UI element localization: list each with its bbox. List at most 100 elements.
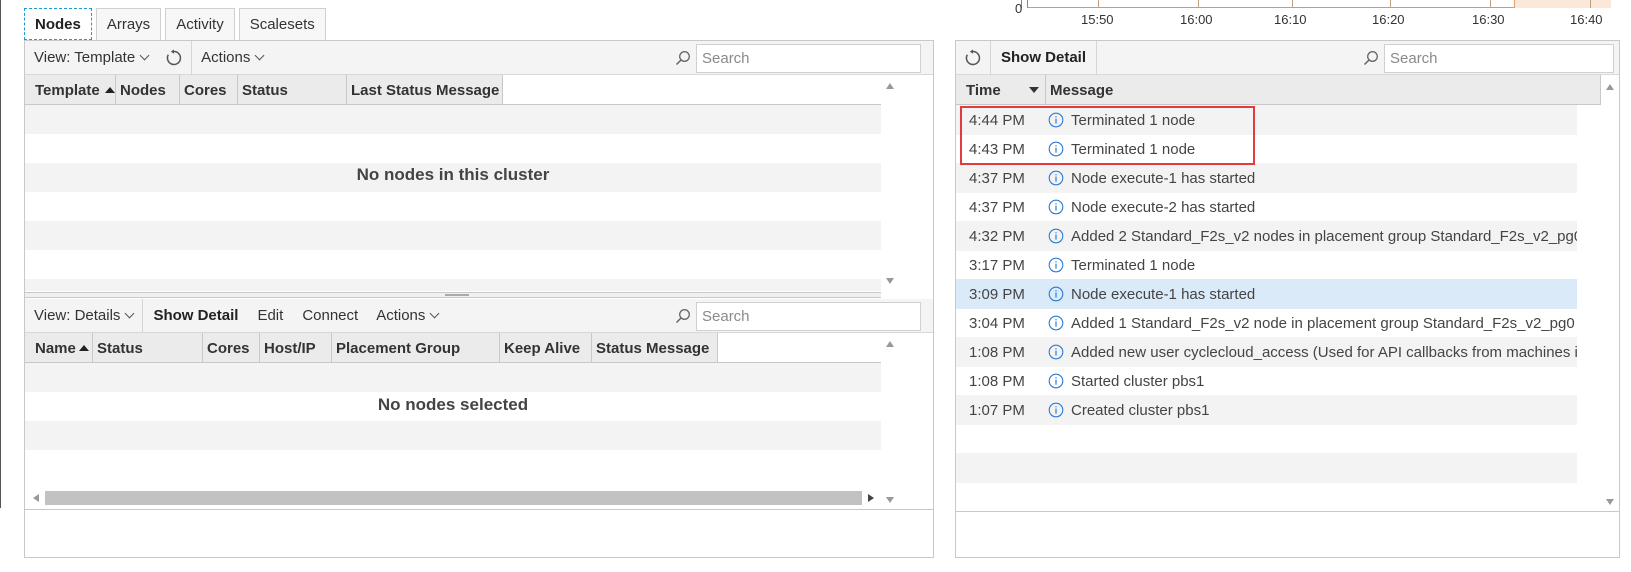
- column-header-nodes[interactable]: Nodes: [116, 75, 180, 105]
- event-row[interactable]: 3:09 PM Node execute-1 has started: [956, 279, 1577, 309]
- search-icon: [670, 303, 696, 329]
- column-header-status-message[interactable]: Status Message: [592, 333, 718, 363]
- column-header-status[interactable]: Status: [238, 75, 347, 105]
- highlight-annotation-box: [960, 106, 1255, 165]
- event-time: 1:07 PM: [969, 401, 1025, 419]
- nodes-actions-dropdown[interactable]: Actions: [367, 299, 447, 333]
- scroll-down-icon[interactable]: [886, 278, 894, 284]
- scroll-up-icon[interactable]: [1606, 84, 1614, 90]
- templates-vertical-scrollbar[interactable]: [881, 75, 899, 293]
- event-row[interactable]: 1:07 PM Created cluster pbs1: [956, 395, 1577, 425]
- scroll-down-icon[interactable]: [886, 497, 894, 503]
- column-header-name[interactable]: Name: [25, 333, 93, 363]
- chevron-down-icon: [429, 308, 440, 318]
- refresh-icon[interactable]: [157, 41, 191, 75]
- horizontal-scroll-thumb[interactable]: [45, 491, 862, 505]
- chevron-down-icon: [254, 50, 265, 60]
- actions-label: Actions: [376, 307, 426, 324]
- event-row[interactable]: 1:08 PM Started cluster pbs1: [956, 366, 1577, 396]
- event-message: Added new user cyclecloud_access (Used f…: [1071, 343, 1577, 361]
- timeline-tick: [1490, 0, 1491, 8]
- view-details-label: View: Details: [34, 307, 121, 324]
- column-header-host-ip[interactable]: Host/IP: [260, 333, 332, 363]
- timeline-tick: [1590, 0, 1591, 8]
- events-vertical-scrollbar[interactable]: [1601, 75, 1619, 512]
- events-grid-header: Time Message: [956, 75, 1601, 105]
- templates-search-input[interactable]: [696, 43, 921, 73]
- column-header-message[interactable]: Message: [1046, 75, 1601, 105]
- event-row[interactable]: 4:37 PM Node execute-2 has started: [956, 192, 1577, 222]
- templates-actions-dropdown[interactable]: Actions: [192, 41, 272, 75]
- column-header-status[interactable]: Status: [93, 333, 203, 363]
- tab-activity[interactable]: Activity: [165, 8, 235, 40]
- event-time: 1:08 PM: [969, 372, 1025, 390]
- view-template-dropdown[interactable]: View: Template: [25, 41, 157, 75]
- panel-splitter[interactable]: [25, 292, 881, 298]
- nodes-search-input[interactable]: [696, 301, 921, 331]
- connect-button[interactable]: Connect: [293, 299, 367, 333]
- view-details-dropdown[interactable]: View: Details: [25, 299, 142, 333]
- nodes-panel: View: Template Actions Template Nodes Co…: [24, 40, 934, 558]
- chevron-down-icon: [139, 50, 150, 60]
- nodes-grid-header: Name Status Cores Host/IP Placement Grou…: [25, 333, 718, 363]
- empty-event-row: [956, 482, 1577, 512]
- show-detail-button[interactable]: Show Detail: [143, 299, 248, 333]
- sort-ascending-icon: [78, 345, 89, 351]
- event-row[interactable]: 3:17 PM Terminated 1 node: [956, 250, 1577, 280]
- templates-search: [670, 43, 921, 73]
- column-header-time[interactable]: Time: [956, 75, 1046, 105]
- nodes-vertical-scrollbar[interactable]: [881, 333, 899, 509]
- scroll-up-icon[interactable]: [886, 341, 894, 347]
- event-message: Node execute-2 has started: [1071, 198, 1256, 216]
- empty-event-row: [956, 453, 1577, 483]
- tab-nodes[interactable]: Nodes: [24, 8, 92, 40]
- info-icon: [1042, 344, 1069, 360]
- grid-stripe: [25, 363, 881, 392]
- scroll-down-icon[interactable]: [1606, 499, 1614, 505]
- search-icon: [1358, 45, 1384, 71]
- event-message: Created cluster pbs1: [1071, 401, 1210, 419]
- nodes-toolbar: View: Details Show Detail Edit Connect A…: [25, 298, 933, 333]
- timeline-tick-label: 16:00: [1180, 12, 1213, 27]
- toolbar-divider: [1096, 40, 1098, 75]
- info-icon: [1042, 402, 1069, 418]
- events-toolbar: Show Detail: [956, 40, 1619, 75]
- event-row[interactable]: 4:37 PM Node execute-1 has started: [956, 163, 1577, 193]
- column-header-placement-group[interactable]: Placement Group: [332, 333, 500, 363]
- empty-event-row: [956, 424, 1577, 454]
- event-time: 1:08 PM: [969, 343, 1025, 361]
- info-icon: [1042, 228, 1069, 244]
- scroll-left-icon[interactable]: [33, 494, 39, 502]
- column-header-cores[interactable]: Cores: [203, 333, 260, 363]
- splitter-grip-icon: [445, 294, 469, 296]
- activity-timeline-axis: 0 15:50 16:00 16:10 16:20 16:30 16:40: [1015, 0, 1611, 34]
- timeline-tick: [1292, 0, 1293, 8]
- tab-arrays[interactable]: Arrays: [95, 8, 162, 40]
- event-time: 3:04 PM: [969, 314, 1025, 332]
- refresh-icon[interactable]: [956, 41, 990, 75]
- timeline-tick-label: 15:50: [1081, 12, 1114, 27]
- tab-scalesets[interactable]: Scalesets: [238, 8, 326, 40]
- search-icon: [670, 45, 696, 71]
- info-icon: [1042, 170, 1069, 186]
- column-header-keep-alive[interactable]: Keep Alive: [500, 333, 592, 363]
- scroll-right-icon[interactable]: [868, 494, 874, 502]
- nodes-horizontal-scrollbar[interactable]: [25, 489, 881, 507]
- events-show-detail-button[interactable]: Show Detail: [991, 41, 1096, 75]
- scroll-up-icon[interactable]: [886, 83, 894, 89]
- events-search: [1358, 43, 1614, 73]
- events-search-input[interactable]: [1384, 43, 1614, 73]
- event-message: Node execute-1 has started: [1071, 285, 1256, 303]
- chevron-down-icon: [124, 308, 135, 318]
- column-header-template[interactable]: Template: [25, 75, 116, 105]
- column-header-last-status-message[interactable]: Last Status Message: [347, 75, 503, 105]
- event-row[interactable]: 4:32 PM Added 2 Standard_F2s_v2 nodes in …: [956, 221, 1577, 251]
- edit-button[interactable]: Edit: [248, 299, 293, 333]
- event-row[interactable]: 3:04 PM Added 1 Standard_F2s_v2 node in p…: [956, 308, 1577, 338]
- event-message: Added 1 Standard_F2s_v2 node in placemen…: [1071, 314, 1577, 332]
- templates-grid-header-filler: [503, 75, 881, 105]
- templates-toolbar: View: Template Actions: [25, 40, 933, 75]
- column-header-cores[interactable]: Cores: [180, 75, 238, 105]
- event-row[interactable]: 1:08 PM Added new user cyclecloud_access …: [956, 337, 1577, 367]
- sort-descending-icon: [1029, 87, 1039, 93]
